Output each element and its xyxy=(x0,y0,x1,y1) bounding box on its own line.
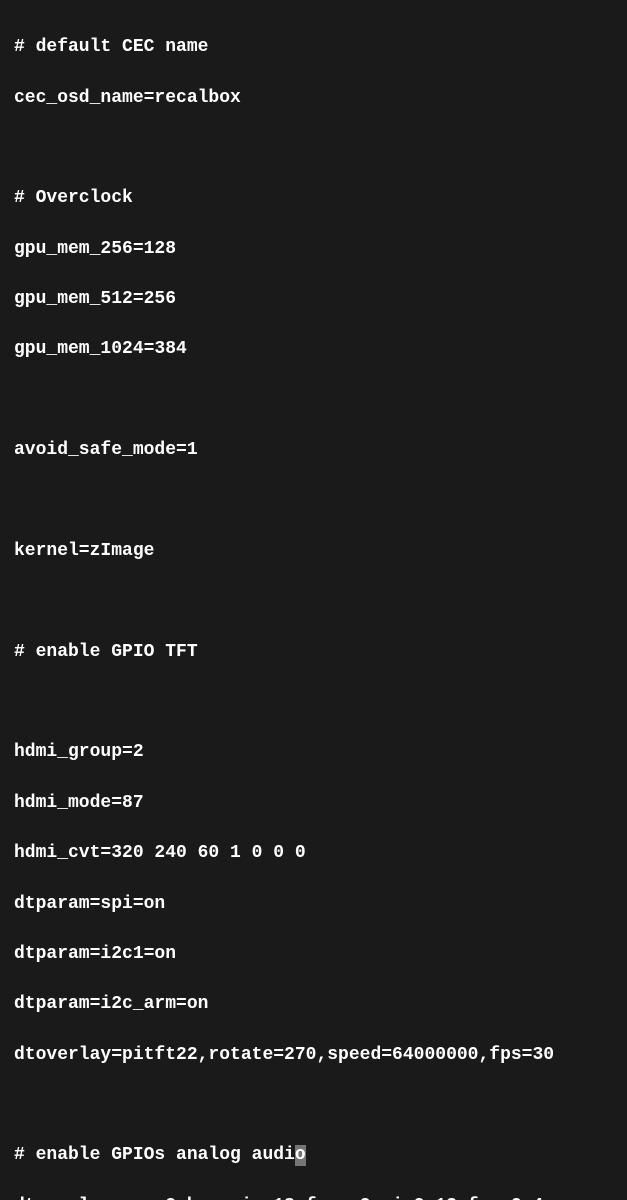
cursor-icon xyxy=(295,1145,306,1167)
config-line: # default CEC name xyxy=(14,35,613,60)
config-line: dtparam=i2c1=on xyxy=(14,942,613,967)
config-line: gpu_mem_1024=384 xyxy=(14,337,613,362)
config-line: dtparam=i2c_arm=on xyxy=(14,992,613,1017)
config-line xyxy=(14,136,613,161)
config-line: gpu_mem_256=128 xyxy=(14,237,613,262)
terminal-output[interactable]: # default CEC name cec_osd_name=recalbox… xyxy=(14,10,613,1200)
cursor-line-before: # enable GPIOs analog audi xyxy=(14,1145,295,1165)
config-line: # Overclock xyxy=(14,186,613,211)
cursor-line: # enable GPIOs analog audio xyxy=(14,1143,613,1168)
config-line: # enable GPIO TFT xyxy=(14,640,613,665)
config-line: avoid_safe_mode=1 xyxy=(14,438,613,463)
config-line: hdmi_group=2 xyxy=(14,740,613,765)
config-line xyxy=(14,388,613,413)
config-line: gpu_mem_512=256 xyxy=(14,287,613,312)
config-line: hdmi_cvt=320 240 60 1 0 0 0 xyxy=(14,841,613,866)
config-line xyxy=(14,1093,613,1118)
config-line xyxy=(14,489,613,514)
config-line: cec_osd_name=recalbox xyxy=(14,86,613,111)
config-line: dtoverlay=pwm-2chan,pin=18,func=2,pin2=1… xyxy=(14,1194,613,1200)
config-line: kernel=zImage xyxy=(14,539,613,564)
config-line: dtparam=spi=on xyxy=(14,892,613,917)
config-line: hdmi_mode=87 xyxy=(14,791,613,816)
config-line xyxy=(14,589,613,614)
config-line xyxy=(14,690,613,715)
config-line: dtoverlay=pitft22,rotate=270,speed=64000… xyxy=(14,1043,613,1068)
